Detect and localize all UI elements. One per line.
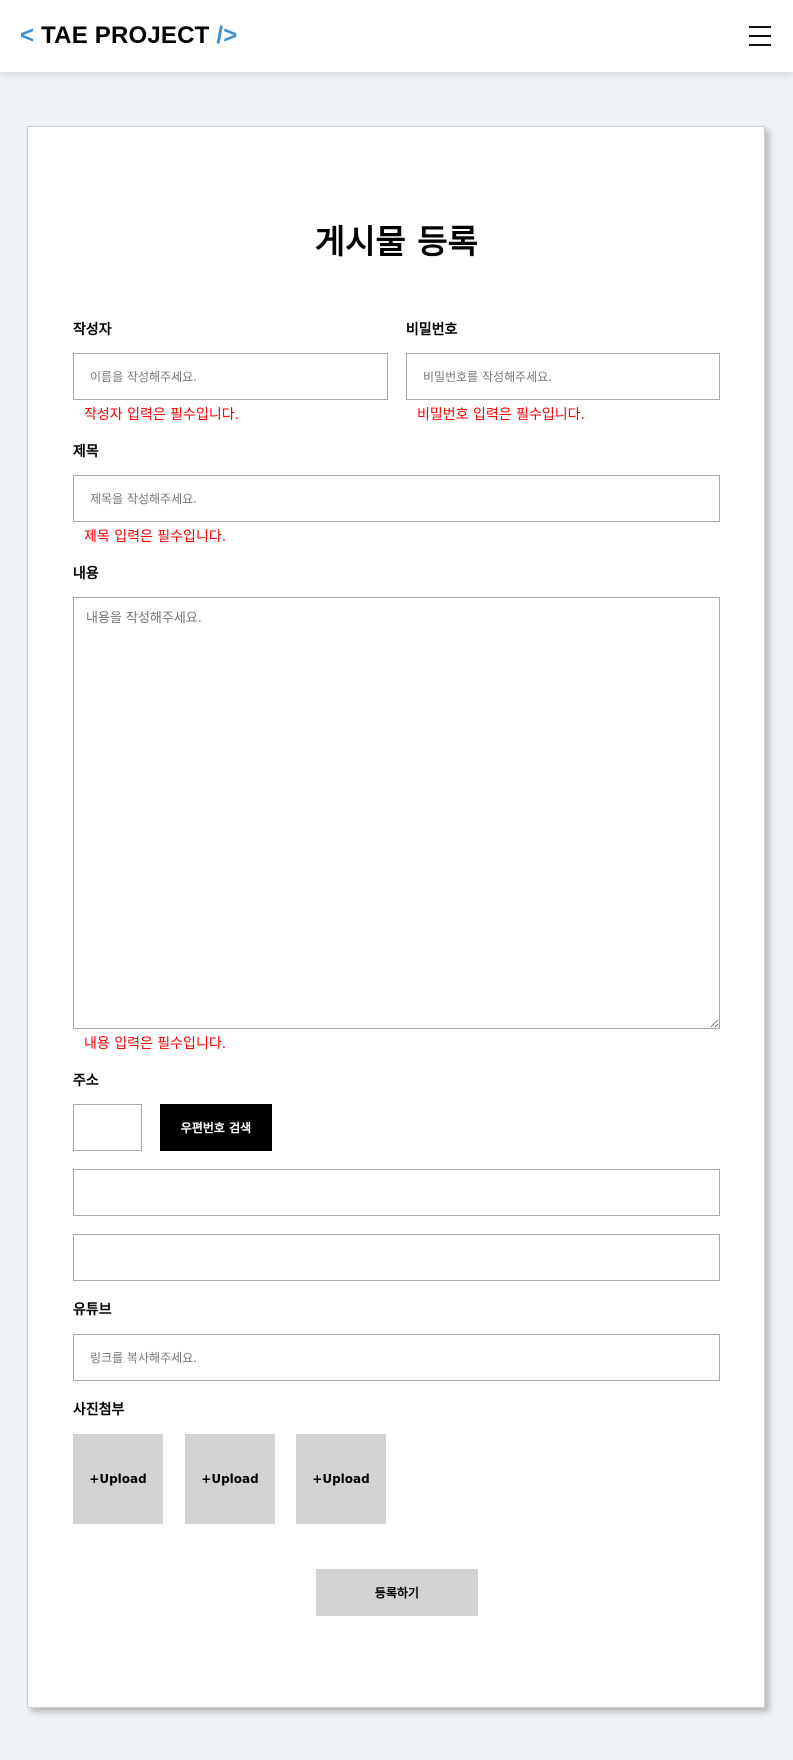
- submit-button[interactable]: 등록하기: [316, 1569, 478, 1616]
- subject-input[interactable]: [73, 475, 720, 522]
- upload-label: +Upload: [89, 1472, 147, 1486]
- site-logo[interactable]: < TAE PROJECT />: [20, 22, 238, 50]
- upload-label: +Upload: [312, 1472, 370, 1486]
- contents-textarea[interactable]: [73, 597, 720, 1029]
- contents-error: 내용 입력은 필수입니다.: [84, 1036, 227, 1052]
- writer-label: 작성자: [73, 322, 112, 338]
- logo-close-bracket: />: [216, 22, 238, 49]
- zipcode-input[interactable]: [73, 1104, 142, 1151]
- password-error: 비밀번호 입력은 필수입니다.: [417, 407, 585, 423]
- hamburger-icon[interactable]: [749, 26, 771, 46]
- top-header: < TAE PROJECT />: [0, 0, 793, 72]
- password-label: 비밀번호: [406, 322, 458, 338]
- writer-input[interactable]: [73, 353, 388, 400]
- zipcode-search-button[interactable]: 우편번호 검색: [160, 1104, 272, 1151]
- subject-label: 제목: [73, 444, 99, 460]
- logo-text: TAE PROJECT: [41, 22, 210, 49]
- address-input[interactable]: [73, 1169, 720, 1216]
- logo-open-bracket: <: [20, 22, 35, 49]
- writer-error: 작성자 입력은 필수입니다.: [84, 407, 240, 423]
- youtube-input[interactable]: [73, 1334, 720, 1381]
- password-input[interactable]: [406, 353, 720, 400]
- upload-button-3[interactable]: +Upload: [296, 1434, 386, 1524]
- subject-error: 제목 입력은 필수입니다.: [84, 529, 227, 545]
- address-label: 주소: [73, 1073, 99, 1089]
- photos-label: 사진첨부: [73, 1402, 125, 1418]
- address-detail-input[interactable]: [73, 1234, 720, 1281]
- upload-button-2[interactable]: +Upload: [185, 1434, 275, 1524]
- page-title: 게시물 등록: [314, 222, 479, 261]
- youtube-label: 유튜브: [73, 1302, 112, 1318]
- upload-label: +Upload: [201, 1472, 259, 1486]
- upload-button-1[interactable]: +Upload: [73, 1434, 163, 1524]
- contents-label: 내용: [73, 566, 99, 582]
